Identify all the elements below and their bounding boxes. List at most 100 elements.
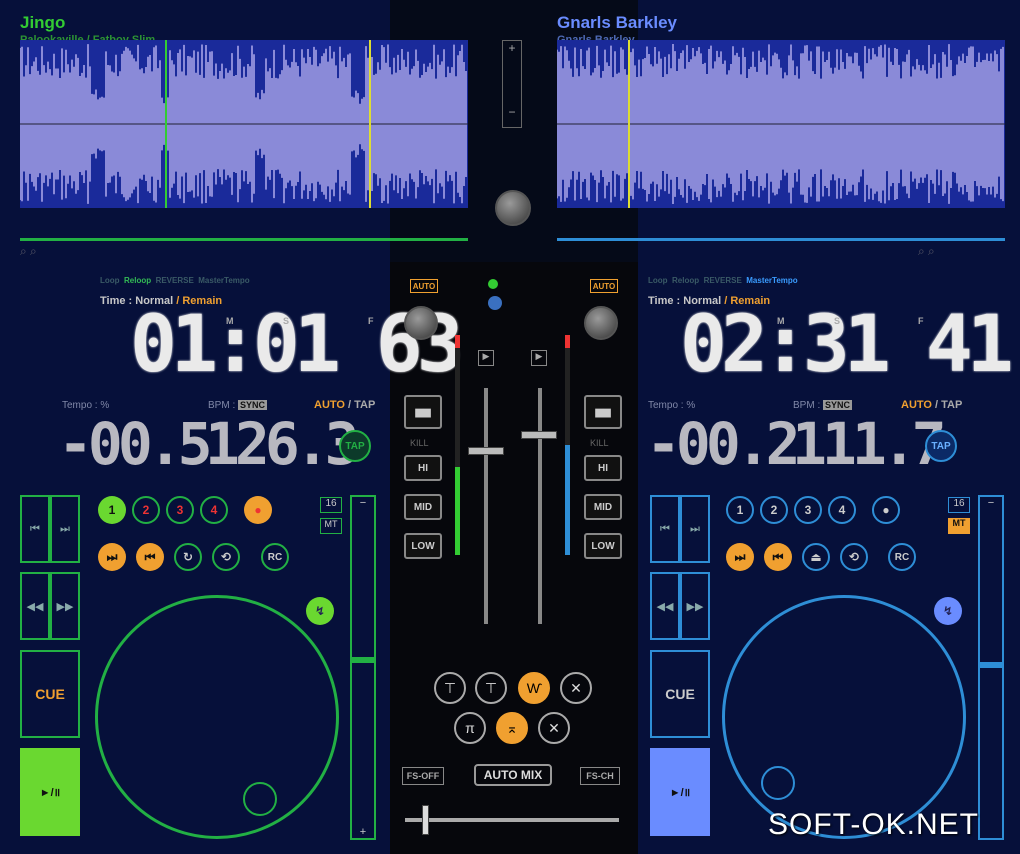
- deck-a-hotcue-3[interactable]: 3: [166, 496, 194, 524]
- deck-a-cue-button[interactable]: CUE: [20, 650, 80, 738]
- deck-a-forward-button[interactable]: ▶▶: [50, 572, 80, 640]
- deck-a-jog-wheel[interactable]: [95, 595, 339, 839]
- deck-a-hotcue-2[interactable]: 2: [132, 496, 160, 524]
- fx-cut-icon[interactable]: ⊤: [434, 672, 466, 704]
- fx-transform-icon[interactable]: ⊤: [475, 672, 507, 704]
- deck-b-scratch-icon[interactable]: ↯: [934, 597, 962, 625]
- fs-ch-button[interactable]: FS-CH: [580, 767, 620, 785]
- deck-a-position-bar[interactable]: [20, 238, 468, 241]
- zoom-minus-button[interactable]: −: [503, 105, 521, 119]
- waveform-zoom-slider[interactable]: + −: [502, 40, 522, 128]
- deck-b-eject-icon[interactable]: ⏏: [802, 543, 830, 571]
- deck-a-prev-track-button[interactable]: ⏮: [20, 495, 50, 563]
- deck-a-sync-button[interactable]: SYNC: [238, 400, 268, 410]
- deck-b-hotcue-2[interactable]: 2: [760, 496, 788, 524]
- deck-b-tap-button[interactable]: TAP: [925, 430, 957, 462]
- deck-b-hotcue-3[interactable]: 3: [794, 496, 822, 524]
- mixer-b-kill-low[interactable]: LOW: [584, 533, 622, 559]
- deck-b-rewind-button[interactable]: ◀◀: [650, 572, 680, 640]
- mixer-b-cue-icon[interactable]: ▶: [531, 350, 547, 366]
- deck-a-reloop-icon[interactable]: ⟲: [212, 543, 240, 571]
- deck-a-record-button[interactable]: ●: [244, 496, 272, 524]
- deck-b-pitch-range[interactable]: 16: [948, 497, 970, 513]
- deck-b-mode-reloop[interactable]: Reloop: [672, 276, 699, 285]
- crossfader-track[interactable]: [405, 818, 619, 822]
- deck-a-mode-reloop[interactable]: Reloop: [124, 276, 151, 285]
- mixer-a-kill-low[interactable]: LOW: [404, 533, 442, 559]
- mixer-b-gain-knob[interactable]: [584, 306, 618, 340]
- mixer-a-volume-fader[interactable]: [484, 388, 488, 624]
- deck-a-loop-in-icon[interactable]: ⏭: [98, 543, 126, 571]
- mixer-a-gain-knob[interactable]: [404, 306, 438, 340]
- deck-a-next-track-button[interactable]: ⏭: [50, 495, 80, 563]
- deck-a-tap-label[interactable]: TAP: [354, 399, 375, 411]
- deck-a-scratch-icon[interactable]: ↯: [306, 597, 334, 625]
- mixer-b-kill-mid[interactable]: MID: [584, 494, 622, 520]
- mixer-b-volume-fader[interactable]: [538, 388, 542, 624]
- mixer-b-volume-handle[interactable]: [521, 431, 557, 439]
- deck-b-prev-track-button[interactable]: ⏮: [650, 495, 680, 563]
- deck-a-rc-button[interactable]: RC: [261, 543, 289, 571]
- deck-b-pitch-handle[interactable]: [980, 662, 1002, 668]
- mixer-b-eq-icon[interactable]: ▆▆: [584, 395, 622, 429]
- mixer-a-kill-mid[interactable]: MID: [404, 494, 442, 520]
- mixer-a-kill-hi[interactable]: HI: [404, 455, 442, 481]
- deck-b-forward-button[interactable]: ▶▶: [680, 572, 710, 640]
- deck-a-mode-mastertempo[interactable]: MasterTempo: [198, 276, 249, 285]
- crossfader-handle[interactable]: [422, 805, 429, 835]
- deck-a-loop-out-icon[interactable]: ⏮: [136, 543, 164, 571]
- deck-b-hotcue-1[interactable]: 1: [726, 496, 754, 524]
- deck-b-rc-button[interactable]: RC: [888, 543, 916, 571]
- fx-curve-c-icon[interactable]: ✕: [538, 712, 570, 744]
- mixer-b-gain-auto[interactable]: AUTO: [590, 279, 618, 293]
- deck-a-zoom-icon[interactable]: ⌕ ⌕: [20, 244, 37, 259]
- mixer-a-eq-icon[interactable]: ▆▆: [404, 395, 442, 429]
- deck-b-hotcue-4[interactable]: 4: [828, 496, 856, 524]
- fx-off-icon[interactable]: ✕: [560, 672, 592, 704]
- deck-b-master-tempo[interactable]: MT: [948, 518, 970, 534]
- deck-a-pitch-range[interactable]: 16: [320, 497, 342, 513]
- deck-a-pitch-handle[interactable]: [352, 657, 374, 663]
- deck-a-waveform[interactable]: [20, 40, 468, 208]
- deck-a-pitch-plus[interactable]: +: [352, 826, 374, 838]
- fx-echo-icon[interactable]: Ⱳ: [518, 672, 550, 704]
- deck-a-master-tempo[interactable]: MT: [320, 518, 342, 534]
- deck-a-mode-loop[interactable]: Loop: [100, 276, 120, 285]
- deck-a-loop-icon[interactable]: ↻: [174, 543, 202, 571]
- mixer-a-volume-handle[interactable]: [468, 447, 504, 455]
- deck-b-zoom-icon[interactable]: ⌕ ⌕: [918, 244, 935, 259]
- fx-curve-b-icon[interactable]: ⌅: [496, 712, 528, 744]
- deck-a-tap-button[interactable]: TAP: [339, 430, 371, 462]
- deck-b-play-pause-button[interactable]: ►/॥: [650, 748, 710, 836]
- deck-a-play-pause-button[interactable]: ►/॥: [20, 748, 80, 836]
- deck-a-mode-reverse[interactable]: REVERSE: [156, 276, 194, 285]
- zoom-plus-button[interactable]: +: [503, 41, 521, 55]
- deck-a-pitch-minus[interactable]: −: [352, 497, 374, 509]
- fs-off-button[interactable]: FS-OFF: [402, 767, 444, 785]
- deck-b-position-bar[interactable]: [557, 238, 1005, 241]
- deck-a-hotcue-4[interactable]: 4: [200, 496, 228, 524]
- mixer-a-gain-auto[interactable]: AUTO: [410, 279, 438, 293]
- deck-b-pitch-slider[interactable]: −: [978, 495, 1004, 840]
- mixer-a-cue-icon[interactable]: ▶: [478, 350, 494, 366]
- deck-b-record-button[interactable]: ●: [872, 496, 900, 524]
- deck-b-next-track-button[interactable]: ⏭: [680, 495, 710, 563]
- deck-b-tap-label[interactable]: TAP: [941, 399, 962, 411]
- waveform-zoom-knob[interactable]: [495, 190, 531, 226]
- deck-b-mode-reverse[interactable]: REVERSE: [704, 276, 742, 285]
- mixer-b-kill-hi[interactable]: HI: [584, 455, 622, 481]
- deck-b-waveform[interactable]: [557, 40, 1005, 208]
- auto-mix-button[interactable]: AUTO MIX: [474, 764, 552, 786]
- deck-a-pitch-slider[interactable]: − +: [350, 495, 376, 840]
- deck-b-sync-button[interactable]: SYNC: [823, 400, 853, 410]
- deck-b-loop-out-icon[interactable]: ⏮: [764, 543, 792, 571]
- deck-b-loop-in-icon[interactable]: ⏭: [726, 543, 754, 571]
- deck-b-jog-wheel[interactable]: [722, 595, 966, 839]
- deck-a-rewind-button[interactable]: ◀◀: [20, 572, 50, 640]
- deck-b-cue-button[interactable]: CUE: [650, 650, 710, 738]
- deck-b-reloop-icon[interactable]: ⟲: [840, 543, 868, 571]
- deck-a-hotcue-1[interactable]: 1: [98, 496, 126, 524]
- deck-b-mode-mastertempo[interactable]: MasterTempo: [746, 276, 797, 285]
- fx-curve-a-icon[interactable]: π: [454, 712, 486, 744]
- deck-b-mode-loop[interactable]: Loop: [648, 276, 668, 285]
